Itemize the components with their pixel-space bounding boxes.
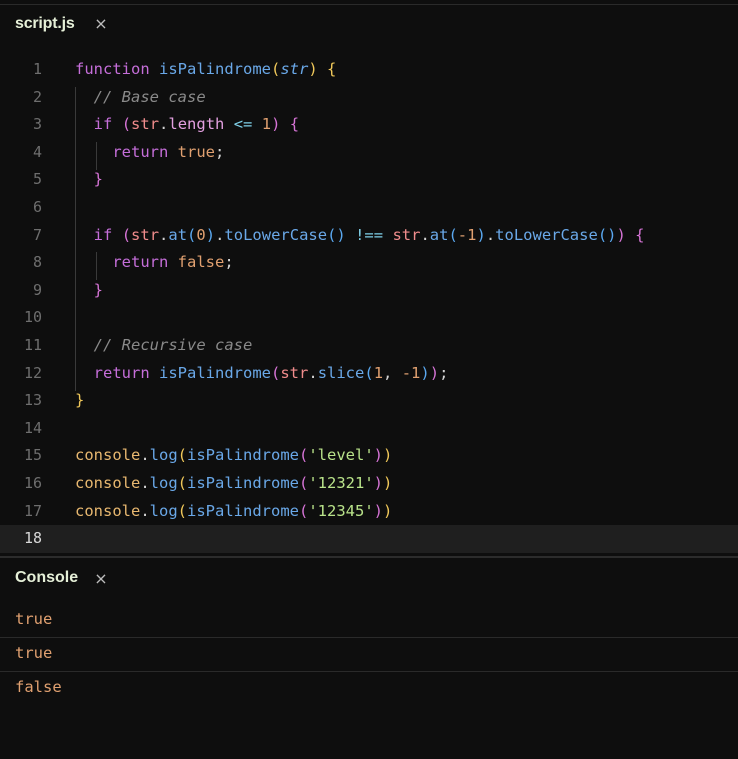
line-number: 3 [32,115,42,134]
line-number: 17 [23,501,42,520]
code-line: 9 } [0,277,738,305]
code-line: 14 [0,415,738,443]
code-text: } [93,280,104,299]
code-text: return false; [112,253,234,272]
code-line: 2 // Base case [0,84,738,112]
tab-script-js[interactable]: script.js [15,15,75,33]
code-text: console.log(isPalindrome('12321')) [75,474,393,492]
line-number: 11 [23,336,42,354]
console-header: Console × [0,558,738,600]
console-line: true [0,638,738,672]
line-number: 4 [32,142,42,161]
line-number: 14 [23,418,42,437]
code-line: 1 function isPalindrome(str) { [0,56,738,84]
code-text: if (str.at(0).toLowerCase() !== str.at(-… [93,225,645,244]
code-line: 5 } [0,166,738,194]
code-text: if (str.length <= 1) { [93,115,300,134]
line-number: 8 [32,253,42,272]
code-text: function isPalindrome(str) { [75,60,337,78]
code-playground: script.js × 1 function isPalindrome(str)… [0,0,738,759]
console-value: true [15,610,53,628]
code-line: 8 return false; [0,249,738,277]
line-number: 15 [23,446,42,465]
close-icon[interactable]: × [92,13,110,35]
code-text: } [75,391,85,410]
code-editor[interactable]: 1 function isPalindrome(str) { 2 // Base… [0,56,738,554]
line-number: 16 [23,474,42,492]
code-text: return true; [112,142,225,161]
code-text: console.log(isPalindrome('12345')) [75,501,393,520]
line-number: 10 [23,308,42,327]
line-number: 12 [23,363,42,382]
line-number: 1 [32,60,42,78]
line-number: 7 [32,225,42,244]
code-line: 3 if (str.length <= 1) { [0,111,738,139]
code-line: 15 console.log(isPalindrome('level')) [0,442,738,470]
line-number: 18 [23,529,42,548]
line-number: 2 [32,87,42,106]
close-icon[interactable]: × [92,568,110,590]
code-text: return isPalindrome(str.slice(1, -1)); [93,363,449,382]
code-text: console.log(isPalindrome('level')) [75,446,393,465]
line-number: 5 [32,170,42,189]
console-value: false [15,678,62,696]
console-value: true [15,644,53,662]
code-line: 7 if (str.at(0).toLowerCase() !== str.at… [0,222,738,250]
console-tab[interactable]: Console [15,569,78,587]
line-number: 9 [32,280,42,299]
code-line: 17 console.log(isPalindrome('12345')) [0,498,738,526]
editor-tab-bar: script.js × [0,5,738,47]
code-line: 11 // Recursive case [0,332,738,360]
code-line: 13 } [0,387,738,415]
code-text: // Base case [93,87,206,106]
line-number: 6 [32,198,42,216]
line-number: 13 [23,391,42,410]
console-output: true true false [0,604,738,705]
code-line: 4 return true; [0,139,738,167]
code-line: 6 [0,194,738,222]
code-text: // Recursive case [93,336,253,354]
code-line-active[interactable]: 18 [0,525,738,553]
code-text: } [93,170,104,189]
console-line: false [0,672,738,705]
code-line: 12 return isPalindrome(str.slice(1, -1))… [0,360,738,388]
code-line: 10 [0,304,738,332]
code-line: 16 console.log(isPalindrome('12321')) [0,470,738,498]
console-line: true [0,604,738,638]
